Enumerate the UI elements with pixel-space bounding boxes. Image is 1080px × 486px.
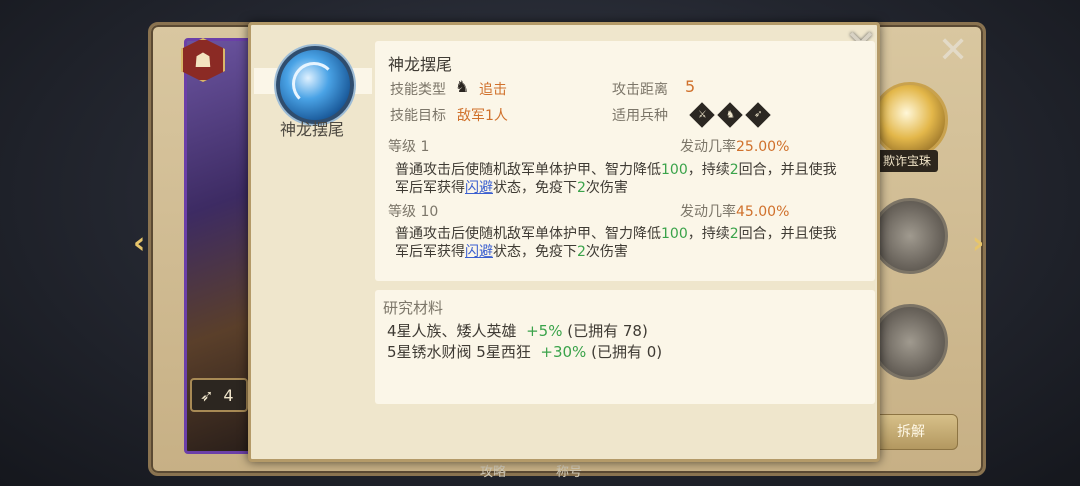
skill-tab-label: 神龙摆尾 — [279, 120, 344, 139]
infantry-icon: ⚔ — [689, 102, 715, 128]
skill-target-label: 技能目标 — [390, 108, 446, 124]
desc-text: 状态，免疫下 — [493, 244, 577, 260]
archer-icon: ➶ — [745, 102, 771, 128]
material-name: 4星人族、矮人英雄 — [387, 322, 517, 340]
desc-number: 2 — [577, 244, 586, 260]
material-item: 4星人族、矮人英雄 +5% (已拥有 78) — [387, 320, 648, 341]
trigger-rate: 发动几率25.00% — [680, 136, 789, 156]
skill-description: 普通攻击后使随机敌军单体护甲、智力降低100，持续2回合，并且使我 军后军获得闪… — [395, 225, 837, 261]
desc-text: ，持续 — [687, 162, 730, 178]
research-materials-box: 研究材料 4星人族、矮人英雄 +5% (已拥有 78) 5星锈水财阀 5星西狂 … — [375, 290, 875, 404]
skill-target-value: 敌军1人 — [457, 108, 508, 124]
equipment-slot-2[interactable] — [872, 304, 948, 380]
materials-title: 研究材料 — [383, 299, 444, 317]
attack-range-label: 攻击距离 — [612, 82, 668, 98]
next-hero-arrow-icon[interactable]: › — [972, 226, 984, 261]
trigger-rate-label: 发动几率 — [680, 139, 736, 155]
skill-type-label: 技能类型 — [390, 82, 446, 98]
desc-number: 100 — [661, 226, 688, 242]
desc-number: 2 — [729, 226, 739, 242]
desc-text: 次伤害 — [585, 244, 628, 260]
troop-type-icons: ⚔ ♞ ➶ — [689, 102, 777, 128]
tab-title[interactable]: 称号 — [556, 461, 582, 480]
panel-close-icon[interactable]: ✕ — [938, 30, 968, 71]
cavalry-icon: ♞ — [717, 102, 743, 128]
bow-icon: ➶ — [200, 385, 214, 405]
material-item: 5星锈水财阀 5星西狂 +30% (已拥有 0) — [387, 341, 662, 362]
trigger-rate-value: 25.00% — [736, 139, 790, 155]
material-name: 5星锈水财阀 5星西狂 — [387, 343, 531, 361]
material-bonus: +30% — [540, 343, 587, 361]
trigger-rate-value: 45.00% — [736, 204, 790, 220]
desc-number: 2 — [577, 180, 586, 196]
hero-level-badge: ➶ 4 — [190, 378, 248, 412]
hero-level: 4 — [223, 385, 234, 405]
desc-text: 军后军获得 — [395, 244, 465, 260]
desc-text: 军后军获得 — [395, 180, 465, 196]
dodge-link[interactable]: 闪避 — [465, 180, 493, 196]
material-owned: (已拥有 0) — [591, 343, 663, 361]
skill-name: 神龙摆尾 — [388, 55, 453, 74]
trigger-rate: 发动几率45.00% — [680, 201, 789, 221]
desc-text: 回合，并且使我 — [738, 162, 837, 178]
swirl-icon — [292, 62, 336, 106]
desc-number: 2 — [729, 162, 739, 178]
material-bonus: +5% — [526, 322, 563, 340]
attack-range-value: 5 — [685, 77, 696, 96]
skill-detail-box: 神龙摆尾 技能类型 ♞ 追击 攻击距离 5 技能目标 敌军1人 适用兵种 ⚔ ♞ ➶… — [375, 41, 875, 281]
desc-text: ，持续 — [687, 226, 730, 242]
dodge-link[interactable]: 闪避 — [465, 244, 493, 260]
material-owned: (已拥有 78) — [567, 322, 648, 340]
tab-guide[interactable]: 攻略 — [480, 461, 506, 480]
skill-type-value: 追击 — [479, 82, 507, 98]
desc-text: 次伤害 — [585, 180, 628, 196]
desc-number: 100 — [661, 162, 688, 178]
level-label: 等级 1 — [388, 139, 430, 155]
skill-description: 普通攻击后使随机敌军单体护甲、智力降低100，持续2回合，并且使我 军后军获得闪… — [395, 161, 837, 197]
pursuit-icon: ♞ — [455, 77, 470, 96]
desc-text: 回合，并且使我 — [738, 226, 837, 242]
troop-type-label: 适用兵种 — [612, 108, 668, 124]
equipment-slot-1[interactable] — [872, 198, 948, 274]
desc-text: 状态，免疫下 — [493, 180, 577, 196]
prev-hero-arrow-icon[interactable]: ‹ — [133, 226, 145, 261]
desc-text: 普通攻击后使随机敌军单体护甲、智力降低 — [395, 162, 661, 178]
treasure-label: 欺诈宝珠 — [876, 150, 938, 172]
level-label: 等级 10 — [388, 204, 439, 220]
desc-text: 普通攻击后使随机敌军单体护甲、智力降低 — [395, 226, 661, 242]
trigger-rate-label: 发动几率 — [680, 204, 736, 220]
treasure-slot[interactable] — [872, 82, 948, 158]
